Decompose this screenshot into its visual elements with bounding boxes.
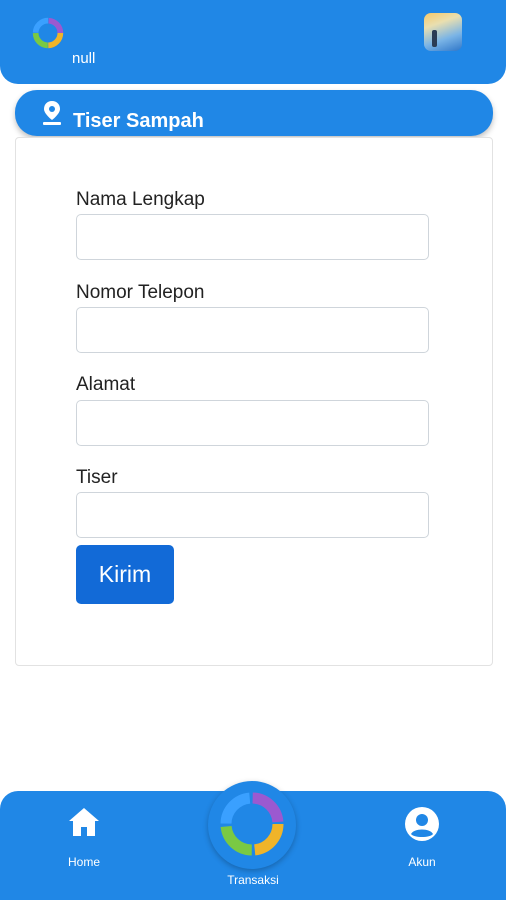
avatar-figure bbox=[432, 30, 437, 47]
app-logo-icon bbox=[32, 17, 64, 49]
username-label: null bbox=[72, 50, 96, 67]
page-title: Tiser Sampah bbox=[73, 110, 204, 132]
submit-button[interactable]: Kirim bbox=[76, 545, 174, 604]
full-name-input[interactable] bbox=[76, 214, 429, 260]
nav-transaksi[interactable]: Transaksi bbox=[213, 873, 293, 887]
profile-avatar[interactable] bbox=[424, 13, 462, 51]
nav-akun[interactable]: Akun bbox=[392, 806, 452, 869]
tiser-input[interactable] bbox=[76, 492, 429, 538]
nav-transaksi-label: Transaksi bbox=[227, 873, 279, 887]
app-logo-icon[interactable] bbox=[215, 787, 289, 861]
nav-home[interactable]: Home bbox=[54, 806, 114, 869]
full-name-label: Nama Lengkap bbox=[76, 189, 205, 210]
nav-home-label: Home bbox=[67, 855, 100, 869]
phone-input[interactable] bbox=[76, 307, 429, 353]
address-input[interactable] bbox=[76, 400, 429, 446]
phone-label: Nomor Telepon bbox=[76, 282, 205, 303]
home-icon bbox=[69, 808, 99, 836]
account-circle-icon bbox=[405, 807, 439, 841]
address-label: Alamat bbox=[76, 374, 136, 395]
nav-akun-label: Akun bbox=[408, 855, 436, 869]
tiser-label: Tiser bbox=[76, 467, 118, 488]
location-pin-icon bbox=[43, 101, 61, 125]
